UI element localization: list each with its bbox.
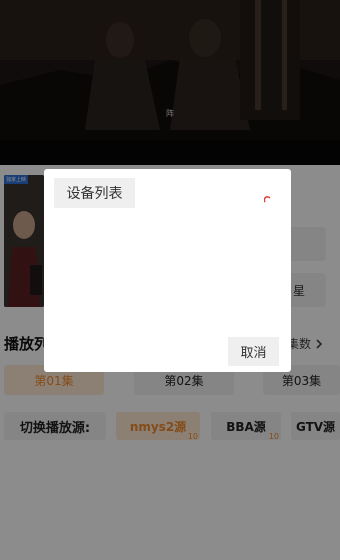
device-list-dialog: 设备列表 取消 — [44, 169, 291, 372]
dialog-title: 设备列表 — [54, 178, 135, 208]
loading-spinner-icon — [264, 196, 271, 203]
cancel-button[interactable]: 取消 — [228, 337, 279, 366]
